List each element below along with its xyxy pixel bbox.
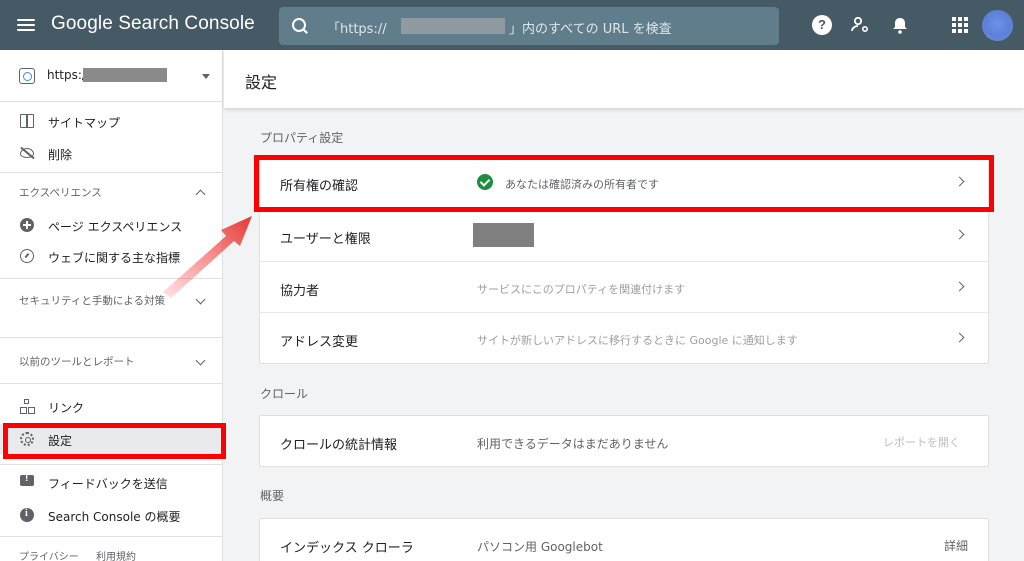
overview-card: インデックス クローラ パソコン用 Googlebot 詳細 — [259, 518, 989, 561]
divider — [0, 383, 222, 384]
sidebar-item-about[interactable]: Search Console の概要 — [0, 500, 222, 530]
sidebar-item-label: リンク — [48, 401, 85, 415]
gear-icon — [20, 432, 34, 446]
row-description: サービスにこのプロパティを関連付けます — [477, 283, 686, 296]
row-description: サイトが新しいアドレスに移行するときに Google に通知します — [477, 334, 798, 347]
details-link[interactable]: 詳細 — [944, 537, 968, 554]
search-placeholder-suffix: 」内のすべての URL を検査 — [509, 22, 672, 37]
row-label: 協力者 — [280, 284, 320, 299]
section-header-security[interactable]: セキュリティと手動による対策 — [0, 290, 222, 326]
crawl-card: クロールの統計情報 利用できるデータはまだありません レポートを開く — [259, 415, 989, 467]
sitemap-icon — [20, 114, 34, 128]
row-label: インデックス クローラ — [280, 541, 414, 556]
redacted-property — [83, 68, 167, 82]
top-app-bar: Google Search Console 「https:// 」内のすべての … — [0, 0, 1024, 50]
divider — [0, 337, 222, 338]
sidebar-nav: https:// サイトマップ 削除 エクスペリエンス ページ エクスペリエンス… — [0, 50, 223, 561]
redacted-url — [401, 18, 505, 34]
row-description: パソコン用 Googlebot — [477, 540, 603, 554]
sidebar-item-label: サイトマップ — [48, 116, 121, 130]
sidebar-footer-links: プライバシー 利用規約 — [19, 548, 150, 561]
sidebar-item-label: ウェブに関する主な指標 — [48, 251, 181, 265]
sidebar-item-links[interactable]: リンク — [0, 391, 222, 421]
sitemap-tree-icon — [20, 399, 35, 414]
section-header-experience[interactable]: エクスペリエンス — [0, 183, 222, 203]
speed-gauge-icon — [20, 249, 34, 263]
chevron-right-icon — [954, 176, 965, 187]
row-label: 所有権の確認 — [280, 179, 359, 194]
section-header-legacy[interactable]: 以前のツールとレポート — [0, 352, 222, 372]
row-description: あなたは確認済みの所有者です — [505, 178, 659, 191]
crawl-section-title: クロール — [260, 387, 309, 401]
add-circle-icon — [20, 218, 34, 232]
search-icon — [291, 17, 309, 35]
notifications-bell-icon[interactable] — [890, 15, 910, 35]
app-logo-title[interactable]: Google Search Console — [51, 13, 255, 35]
row-label: ユーザーと権限 — [280, 232, 371, 247]
verified-check-icon — [477, 174, 493, 190]
chevron-right-icon — [954, 281, 965, 292]
chevron-up-icon — [195, 189, 206, 200]
divider — [0, 172, 222, 173]
chevron-down-icon — [195, 355, 206, 366]
sidebar-item-feedback[interactable]: フィードバックを送信 — [0, 467, 222, 497]
overview-section-title: 概要 — [260, 489, 285, 503]
section-label: エクスペリエンス — [19, 187, 102, 199]
sidebar-item-sitemap[interactable]: サイトマップ — [0, 106, 222, 136]
sidebar-item-label: 設定 — [48, 434, 73, 448]
account-avatar[interactable] — [982, 10, 1013, 41]
url-inspection-search[interactable]: 「https:// 」内のすべての URL を検査 — [279, 7, 779, 45]
property-globe-icon — [19, 68, 35, 84]
row-label: クロールの統計情報 — [280, 438, 398, 453]
row-ownership-verification[interactable]: 所有権の確認 あなたは確認済みの所有者です — [260, 157, 990, 208]
row-indexing-crawler[interactable]: インデックス クローラ パソコン用 Googlebot 詳細 — [260, 519, 990, 561]
row-associations[interactable]: 協力者 サービスにこのプロパティを関連付けます — [260, 261, 990, 312]
row-description: 利用できるデータはまだありません — [477, 437, 669, 451]
main-content: 設定 プロパティ設定 所有権の確認 あなたは確認済みの所有者です ユーザーと権限… — [224, 50, 1024, 561]
dropdown-caret-icon — [202, 74, 210, 79]
sidebar-item-label: Search Console の概要 — [48, 510, 181, 524]
section-label: セキュリティと手動による対策 — [19, 295, 166, 307]
property-settings-title: プロパティ設定 — [260, 131, 344, 145]
divider — [0, 278, 222, 279]
admin-settings-icon[interactable] — [850, 15, 870, 35]
open-report-link[interactable]: レポートを開く — [883, 434, 960, 450]
row-users-permissions[interactable]: ユーザーと権限 — [260, 209, 990, 260]
section-label: 以前のツールとレポート — [19, 356, 135, 368]
terms-link[interactable]: 利用規約 — [96, 552, 136, 561]
visibility-off-icon — [20, 148, 34, 158]
privacy-link[interactable]: プライバシー — [19, 552, 79, 561]
divider — [0, 464, 222, 465]
page-title: 設定 — [245, 73, 278, 92]
row-crawl-stats[interactable]: クロールの統計情報 利用できるデータはまだありません レポートを開く — [260, 416, 990, 467]
redacted-users — [473, 223, 534, 247]
property-settings-card: 所有権の確認 あなたは確認済みの所有者です ユーザーと権限 協力者 サービスにこ… — [259, 156, 990, 364]
hamburger-menu-icon[interactable] — [14, 13, 38, 37]
chevron-right-icon — [954, 332, 965, 343]
sidebar-item-label: フィードバックを送信 — [48, 477, 168, 491]
feedback-icon — [20, 473, 34, 486]
row-change-of-address[interactable]: アドレス変更 サイトが新しいアドレスに移行するときに Google に通知します — [260, 312, 990, 363]
divider — [0, 536, 222, 537]
sidebar-item-label: 削除 — [48, 148, 73, 162]
search-placeholder-prefix: 「https:// — [327, 22, 387, 37]
row-label: アドレス変更 — [280, 335, 359, 350]
property-selector[interactable]: https:// — [0, 50, 222, 102]
apps-grid-icon[interactable] — [950, 15, 970, 35]
sidebar-item-removals[interactable]: 削除 — [0, 138, 222, 168]
sidebar-item-core-web-vitals[interactable]: ウェブに関する主な指標 — [0, 241, 222, 271]
page-header: 設定 — [224, 50, 1024, 108]
sidebar-item-settings[interactable]: 設定 — [0, 424, 222, 454]
info-icon — [20, 508, 34, 522]
chevron-right-icon — [954, 229, 965, 240]
sidebar-item-page-experience[interactable]: ページ エクスペリエンス — [0, 210, 222, 240]
sidebar-item-label: ページ エクスペリエンス — [48, 220, 183, 234]
help-icon[interactable]: ? — [812, 15, 832, 35]
chevron-down-icon — [195, 294, 206, 305]
